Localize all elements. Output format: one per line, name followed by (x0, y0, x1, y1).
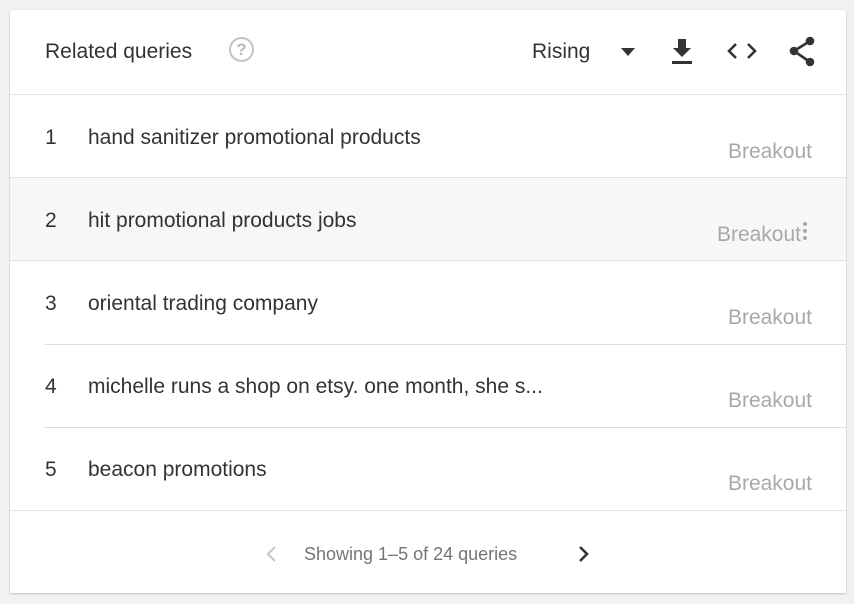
row-rank: 4 (45, 375, 57, 398)
row-query[interactable]: michelle runs a shop on etsy. one month,… (88, 374, 543, 400)
download-icon[interactable] (669, 36, 695, 66)
related-queries-card: Related queries ? Rising 1 hand sanitize… (10, 10, 846, 593)
row-rank: 5 (45, 458, 57, 481)
row-query[interactable]: beacon promotions (88, 457, 267, 483)
pagination: Showing 1–5 of 24 queries (10, 511, 846, 593)
row-value: Breakout (727, 389, 812, 412)
row-value: Breakout (727, 472, 812, 495)
row-value: Breakout (716, 223, 801, 246)
chevron-right-icon[interactable] (575, 544, 591, 564)
row-rank: 1 (45, 126, 57, 149)
row-query[interactable]: hand sanitizer promotional products (88, 125, 421, 151)
table-row[interactable]: 4 michelle runs a shop on etsy. one mont… (10, 344, 846, 426)
card-header: Related queries ? Rising (10, 10, 846, 95)
row-value: Breakout (727, 306, 812, 329)
pagination-status: Showing 1–5 of 24 queries (304, 544, 518, 564)
row-rank: 3 (45, 292, 57, 315)
chevron-left-icon[interactable] (264, 544, 280, 564)
help-icon[interactable]: ? (229, 37, 254, 62)
row-value: Breakout (727, 140, 812, 163)
row-query[interactable]: hit promotional products jobs (88, 208, 356, 234)
table-row[interactable]: 3 oriental trading company Breakout (10, 261, 846, 343)
kebab-menu-icon[interactable] (802, 222, 808, 246)
sort-select-value[interactable]: Rising (532, 39, 590, 65)
table-row[interactable]: 2 hit promotional products jobs Breakout (10, 178, 846, 261)
card-title: Related queries (45, 40, 193, 63)
code-icon[interactable] (725, 36, 759, 66)
row-query[interactable]: oriental trading company (88, 291, 318, 317)
caret-down-icon[interactable] (621, 48, 635, 56)
row-rank: 2 (45, 209, 57, 232)
table-row[interactable]: 1 hand sanitizer promotional products Br… (10, 95, 846, 178)
share-icon[interactable] (787, 36, 817, 68)
table-row[interactable]: 5 beacon promotions Breakout (10, 427, 846, 509)
